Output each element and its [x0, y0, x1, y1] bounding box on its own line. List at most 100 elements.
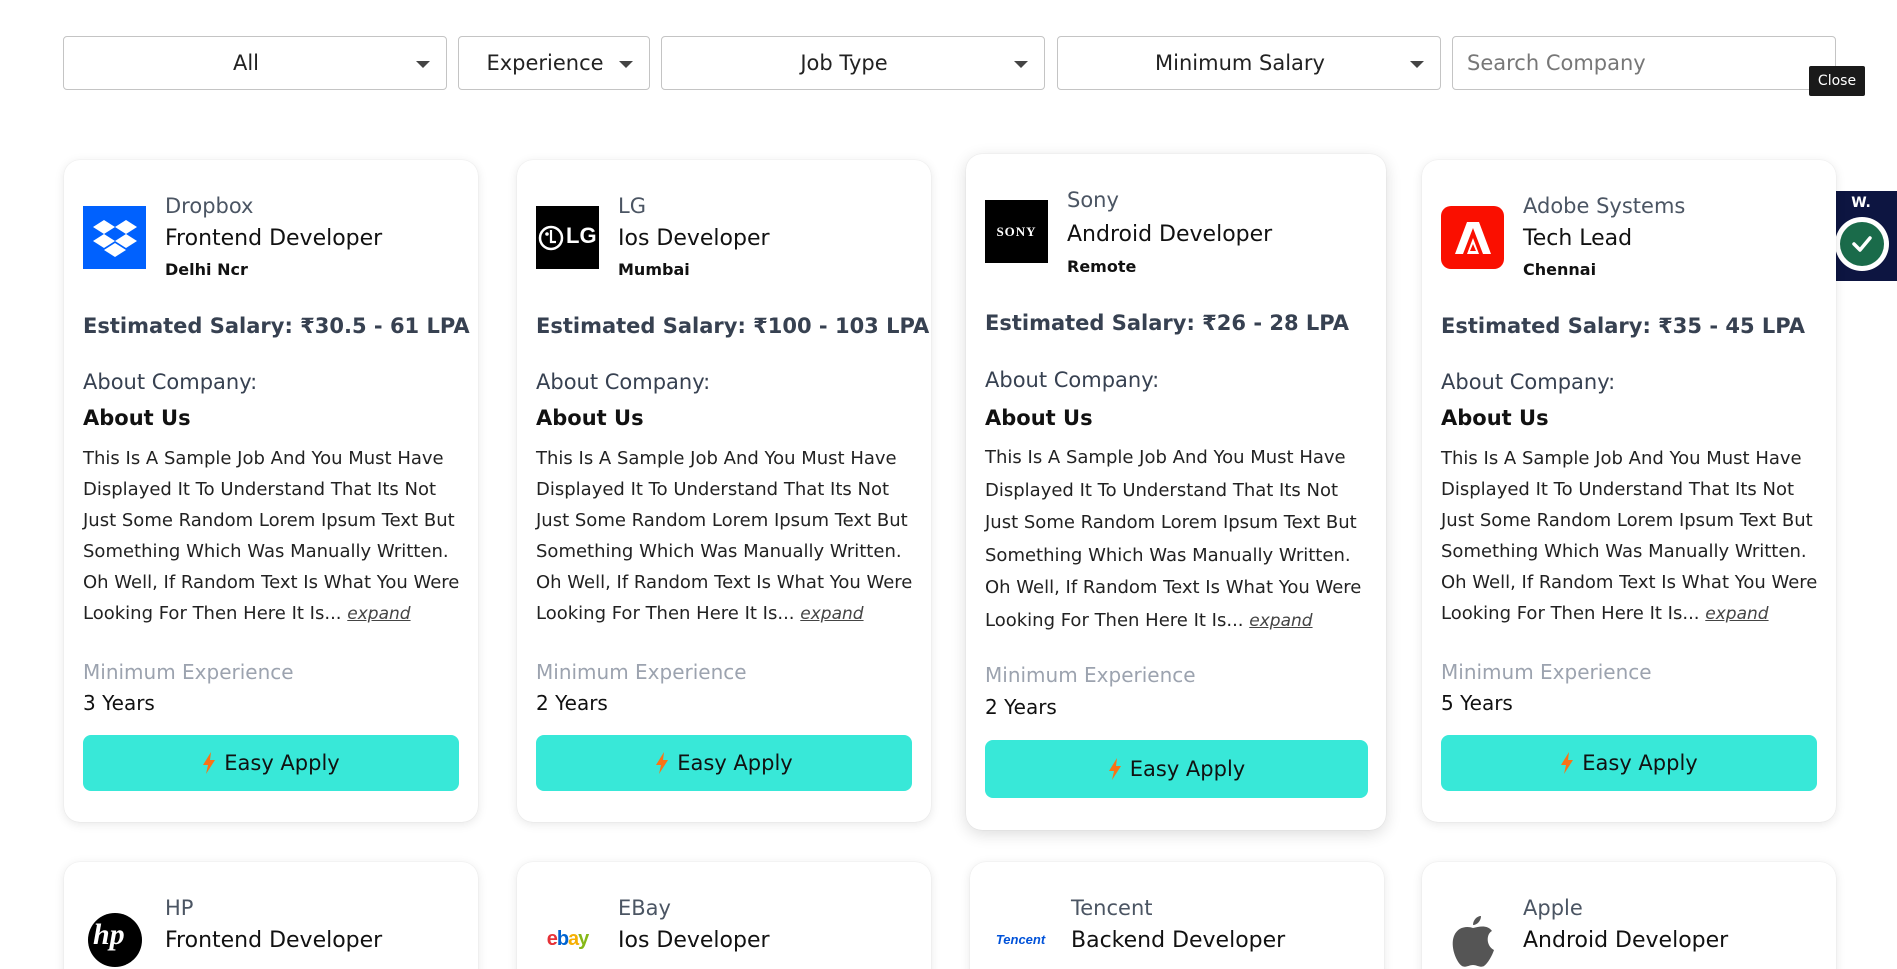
job-title: Backend Developer	[1071, 928, 1286, 953]
category-select-value: All	[232, 51, 260, 75]
estimated-salary: Estimated Salary: ₹100 - 103 LPA	[536, 314, 930, 338]
min-salary-select[interactable]: Minimum Salary	[1057, 36, 1441, 90]
job-card: hp HP Frontend Developer	[64, 862, 478, 969]
job-card: ebay EBay Ios Developer	[517, 862, 931, 969]
ebay-letter-a: a	[568, 928, 579, 950]
min-experience-value: 2 Years	[985, 695, 1057, 719]
sony-wordmark: SONY	[996, 223, 1037, 239]
easy-apply-label: Easy Apply	[224, 751, 340, 775]
description-text: This Is A Sample Job And You Must Have D…	[83, 448, 460, 624]
dropbox-logo	[83, 206, 146, 269]
min-experience-label: Minimum Experience	[1441, 660, 1652, 684]
min-experience-label: Minimum Experience	[985, 663, 1196, 687]
job-title: Frontend Developer	[165, 928, 383, 953]
check-icon	[1852, 236, 1872, 252]
job-title: Ios Developer	[618, 928, 770, 953]
about-company-heading: About Company:	[536, 370, 711, 394]
job-card: LG LG Ios Developer Mumbai Estimated Sal…	[517, 160, 931, 822]
expand-link[interactable]: expand	[347, 604, 410, 624]
easy-apply-button[interactable]: Easy Apply	[985, 740, 1368, 798]
company-name: LG	[618, 194, 646, 218]
description-text: This Is A Sample Job And You Must Have D…	[536, 448, 913, 624]
min-experience-label: Minimum Experience	[83, 660, 294, 684]
hp-wordmark: hp	[93, 918, 125, 951]
job-title: Android Developer	[1523, 928, 1729, 953]
expand-link[interactable]: expand	[800, 604, 863, 624]
job-type-select[interactable]: Job Type	[661, 36, 1045, 90]
min-experience-value: 5 Years	[1441, 691, 1513, 715]
easy-apply-button[interactable]: Easy Apply	[83, 735, 459, 791]
about-us-heading: About Us	[536, 406, 644, 430]
estimated-salary: Estimated Salary: ₹26 - 28 LPA	[985, 311, 1349, 335]
easy-apply-label: Easy Apply	[677, 751, 793, 775]
tencent-logo: Tencent	[989, 908, 1052, 969]
job-location: Remote	[1067, 257, 1137, 276]
adobe-logo	[1441, 206, 1504, 269]
easy-apply-button[interactable]: Easy Apply	[1441, 735, 1817, 791]
job-card: SONY Sony Android Developer Remote Estim…	[966, 154, 1386, 830]
expand-link[interactable]: expand	[1249, 611, 1312, 631]
hp-logo: hp	[83, 908, 146, 969]
easy-apply-label: Easy Apply	[1129, 757, 1246, 781]
lg-logo: LG	[536, 206, 599, 269]
estimated-salary: Estimated Salary: ₹30.5 - 61 LPA	[83, 314, 470, 338]
ebay-letter-b: b	[556, 928, 569, 950]
min-salary-select-value: Minimum Salary	[1155, 51, 1325, 75]
category-select[interactable]: All	[63, 36, 447, 90]
about-us-heading: About Us	[83, 406, 191, 430]
lightning-icon	[1108, 758, 1121, 780]
close-button[interactable]: Close	[1809, 66, 1865, 96]
company-name: Dropbox	[165, 194, 254, 218]
chevron-down-icon	[1014, 61, 1028, 68]
company-description: This Is A Sample Job And You Must Have D…	[536, 443, 916, 630]
easy-apply-label: Easy Apply	[1582, 751, 1698, 775]
ebay-letter-e: e	[546, 928, 558, 950]
job-title: Android Developer	[1067, 222, 1273, 247]
search-company-input[interactable]: Search Company	[1452, 36, 1836, 90]
chevron-down-icon	[1410, 61, 1424, 68]
job-title: Ios Developer	[618, 226, 770, 251]
check-badge	[1835, 217, 1889, 271]
description-text: This Is A Sample Job And You Must Have D…	[1441, 448, 1818, 624]
job-title: Tech Lead	[1523, 226, 1633, 251]
lg-wordmark: LG	[566, 223, 597, 248]
company-name: EBay	[618, 896, 671, 920]
ebay-letter-y: y	[578, 928, 589, 950]
company-description: This Is A Sample Job And You Must Have D…	[985, 442, 1371, 637]
about-us-heading: About Us	[1441, 406, 1549, 430]
estimated-salary: Estimated Salary: ₹35 - 45 LPA	[1441, 314, 1805, 338]
company-description: This Is A Sample Job And You Must Have D…	[1441, 443, 1821, 630]
expand-link[interactable]: expand	[1705, 604, 1768, 624]
tencent-wordmark: Tencent	[995, 932, 1046, 947]
company-description: This Is A Sample Job And You Must Have D…	[83, 443, 463, 630]
job-location: Chennai	[1523, 260, 1597, 279]
about-company-heading: About Company:	[1441, 370, 1616, 394]
sony-logo: SONY	[985, 200, 1048, 263]
job-location: Delhi Ncr	[165, 260, 248, 279]
company-name: HP	[165, 896, 194, 920]
company-name: Adobe Systems	[1523, 194, 1686, 218]
company-name: Sony	[1067, 188, 1119, 212]
about-company-heading: About Company:	[83, 370, 258, 394]
job-card: Adobe Systems Tech Lead Chennai Estimate…	[1422, 160, 1836, 822]
company-name: Tencent	[1071, 896, 1153, 920]
company-name: Apple	[1523, 896, 1583, 920]
job-card: Apple Android Developer	[1422, 862, 1836, 969]
apple-logo	[1441, 908, 1504, 969]
easy-apply-button[interactable]: Easy Apply	[536, 735, 912, 791]
job-title: Frontend Developer	[165, 226, 383, 251]
job-location: Mumbai	[618, 260, 690, 279]
description-text: This Is A Sample Job And You Must Have D…	[985, 447, 1362, 631]
job-card: Dropbox Frontend Developer Delhi Ncr Est…	[64, 160, 478, 822]
experience-select-value: Experience	[486, 51, 604, 75]
search-company-placeholder: Search Company	[1467, 51, 1646, 75]
chevron-down-icon	[619, 61, 633, 68]
filter-bar: All Experience Job Type Minimum Salary S…	[63, 36, 1836, 90]
min-experience-value: 2 Years	[536, 691, 608, 715]
lightning-icon	[203, 752, 216, 774]
chevron-down-icon	[416, 61, 430, 68]
ebay-logo: ebay	[536, 908, 599, 969]
experience-select[interactable]: Experience	[458, 36, 650, 90]
about-company-heading: About Company:	[985, 368, 1160, 392]
lightning-icon	[1561, 752, 1574, 774]
